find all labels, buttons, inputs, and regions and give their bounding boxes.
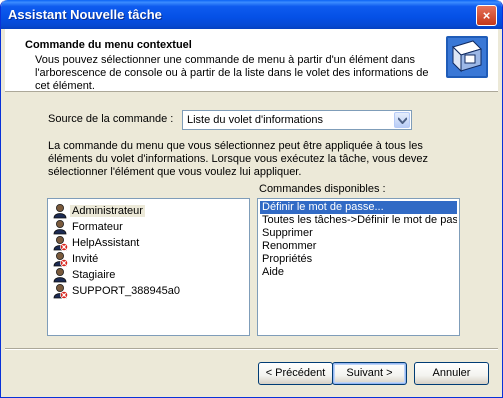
command-list-item[interactable]: Toutes les tâches->Définir le mot de pas… (260, 214, 457, 227)
command-list-item[interactable]: Supprimer (260, 227, 457, 240)
user-icon (52, 203, 68, 219)
back-button[interactable]: < Précédent (258, 362, 333, 385)
user-name: Formateur (72, 221, 123, 233)
close-button[interactable]: × (476, 5, 497, 26)
user-icon (52, 267, 68, 283)
commands-list[interactable]: Définir le mot de passe... Toutes les tâc… (257, 198, 460, 336)
close-icon: × (482, 8, 491, 23)
command-source-select[interactable]: Liste du volet d'informations (182, 110, 412, 130)
disabled-user-icon (52, 235, 68, 251)
title-bar[interactable]: Assistant Nouvelle tâche × (1, 0, 502, 29)
user-icon (52, 219, 68, 235)
command-list-item[interactable]: Aide (260, 266, 457, 279)
user-name: Administrateur (70, 205, 145, 217)
command-list-item[interactable]: Renommer (260, 240, 457, 253)
users-list[interactable]: Administrateur Formateur HelpAssistant Invi… (47, 198, 250, 336)
source-label: Source de la commande : (48, 113, 174, 125)
command-source-value: Liste du volet d'informations (187, 114, 324, 126)
disabled-user-icon (52, 251, 68, 267)
footer-separator (5, 348, 498, 350)
window-title: Assistant Nouvelle tâche (8, 7, 162, 22)
command-list-item[interactable]: Définir le mot de passe... (260, 201, 457, 214)
disabled-user-icon (52, 283, 68, 299)
next-button[interactable]: Suivant > (332, 362, 407, 385)
wizard-header: Commande du menu contextuel Vous pouvez … (5, 29, 498, 92)
user-name: SUPPORT_388945a0 (72, 285, 181, 297)
command-list-item[interactable]: Propriétés (260, 253, 457, 266)
wizard-window: Assistant Nouvelle tâche × Commande du m… (0, 0, 503, 398)
header-description: Vous pouvez sélectionner une commande de… (35, 54, 429, 92)
dropdown-button[interactable] (394, 112, 410, 128)
user-name: Stagiaire (72, 269, 116, 281)
task-wizard-icon (446, 36, 488, 78)
user-name: HelpAssistant (72, 237, 140, 249)
commands-label: Commandes disponibles : (259, 183, 386, 195)
user-name: Invité (72, 253, 99, 265)
cancel-button[interactable]: Annuler (414, 362, 489, 385)
chevron-down-icon (398, 117, 407, 124)
header-title: Commande du menu contextuel (25, 39, 192, 51)
instruction-text: La commande du menu que vous sélectionne… (48, 140, 428, 178)
